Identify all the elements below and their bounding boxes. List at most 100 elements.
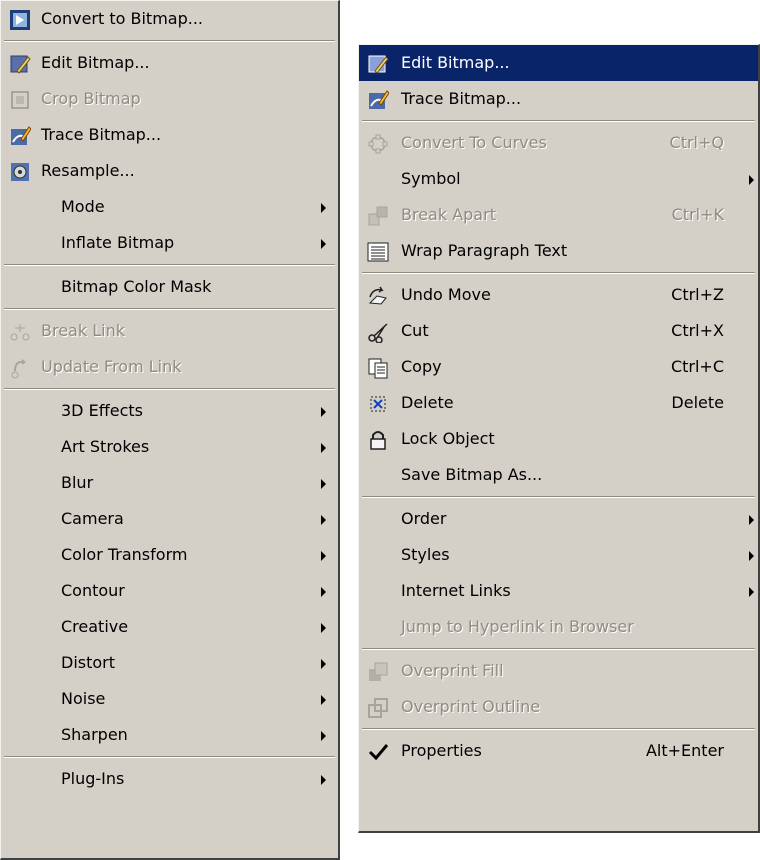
menu-separator [359, 725, 758, 733]
edit-bitmap-icon [9, 52, 31, 74]
menu-item-label: Edit Bitmap... [401, 53, 510, 72]
submenu-arrow-icon [321, 407, 326, 417]
menu-item-label: Overprint Fill [401, 661, 504, 680]
menu-item-styles[interactable]: Styles [359, 537, 758, 573]
menu-item-label: Art Strokes [61, 437, 150, 456]
menu-separator [359, 493, 758, 501]
menu-item-plug-ins[interactable]: Plug-Ins [1, 761, 338, 797]
menu-item-crop-bitmap[interactable]: Crop Bitmap [1, 81, 338, 117]
menu-item-shortcut: Delete [671, 393, 724, 412]
menu-item-label: Edit Bitmap... [41, 53, 150, 72]
menu-item-resample[interactable]: Resample... [1, 153, 338, 189]
menu-item-label: Trace Bitmap... [401, 89, 522, 108]
undo-icon [367, 284, 389, 306]
menu-item-label: Save Bitmap As... [401, 465, 543, 484]
menu-item-order[interactable]: Order [359, 501, 758, 537]
lock-icon [367, 428, 389, 450]
submenu-arrow-icon [321, 623, 326, 633]
menu-item-sharpen[interactable]: Sharpen [1, 717, 338, 753]
menu-item-art-strokes[interactable]: Art Strokes [1, 429, 338, 465]
menu-item-cut[interactable]: Cut Ctrl+X [359, 313, 758, 349]
menu-separator [359, 645, 758, 653]
trace-bitmap-icon [9, 124, 32, 146]
menu-item-shortcut: Ctrl+Q [669, 133, 724, 152]
context-menu: Edit Bitmap... Trace Bitmap... Convert T… [358, 44, 760, 833]
menu-item-creative[interactable]: Creative [1, 609, 338, 645]
menu-item-label: Distort [61, 653, 116, 672]
menu-item-label: Symbol [401, 169, 461, 188]
menu-item-label: Jump to Hyperlink in Browser [401, 617, 634, 636]
break-apart-icon [367, 204, 389, 226]
break-link-icon [9, 320, 31, 342]
menu-item-label: Copy [401, 357, 442, 376]
menu-item-label: Internet Links [401, 581, 511, 600]
submenu-arrow-icon [749, 175, 754, 185]
menu-item-shortcut: Ctrl+X [671, 321, 724, 340]
menu-item-trace-bitmap[interactable]: Trace Bitmap... [359, 81, 758, 117]
submenu-arrow-icon [749, 551, 754, 561]
menu-item-convert-to-bitmap[interactable]: Convert to Bitmap... [1, 1, 338, 37]
menu-item-overprint-outline[interactable]: Overprint Outline [359, 689, 758, 725]
menu-item-label: Lock Object [401, 429, 495, 448]
menu-item-overprint-fill[interactable]: Overprint Fill [359, 653, 758, 689]
update-link-icon [9, 356, 31, 379]
menu-item-bitmap-color-mask[interactable]: Bitmap Color Mask [1, 269, 338, 305]
menu-item-label: Contour [61, 581, 125, 600]
menu-item-label: Break Link [41, 321, 125, 340]
menu-item-convert-to-curves[interactable]: Convert To Curves Ctrl+Q [359, 125, 758, 161]
menu-item-label: Break Apart [401, 205, 496, 224]
menu-separator [359, 117, 758, 125]
menu-separator [1, 261, 338, 269]
resample-icon [9, 160, 31, 182]
menu-item-noise[interactable]: Noise [1, 681, 338, 717]
submenu-arrow-icon [749, 587, 754, 597]
menu-item-camera[interactable]: Camera [1, 501, 338, 537]
submenu-arrow-icon [321, 515, 326, 525]
menu-item-label: Bitmap Color Mask [61, 277, 212, 296]
menu-item-mode[interactable]: Mode [1, 189, 338, 225]
submenu-arrow-icon [321, 479, 326, 489]
menu-separator [359, 269, 758, 277]
menu-item-blur[interactable]: Blur [1, 465, 338, 501]
menu-item-label: Blur [61, 473, 94, 492]
menu-item-label: Order [401, 509, 447, 528]
menu-item-shortcut: Ctrl+K [671, 205, 724, 224]
menu-item-undo-move[interactable]: Undo Move Ctrl+Z [359, 277, 758, 313]
scissors-icon [367, 320, 389, 344]
menu-item-delete[interactable]: Delete Delete [359, 385, 758, 421]
submenu-arrow-icon [749, 515, 754, 525]
menu-item-3d-effects[interactable]: 3D Effects [1, 393, 338, 429]
menu-item-lock-object[interactable]: Lock Object [359, 421, 758, 457]
submenu-arrow-icon [321, 695, 326, 705]
convert-bitmap-icon [9, 8, 31, 30]
menu-item-trace-bitmap[interactable]: Trace Bitmap... [1, 117, 338, 153]
menu-item-edit-bitmap[interactable]: Edit Bitmap... [359, 45, 758, 81]
menu-item-distort[interactable]: Distort [1, 645, 338, 681]
menu-item-properties[interactable]: Properties Alt+Enter [359, 733, 758, 769]
menu-item-copy[interactable]: Copy Ctrl+C [359, 349, 758, 385]
submenu-arrow-icon [321, 731, 326, 741]
menu-item-edit-bitmap[interactable]: Edit Bitmap... [1, 45, 338, 81]
menu-item-label: Plug-Ins [61, 769, 125, 788]
submenu-arrow-icon [321, 775, 326, 785]
menu-item-internet-links[interactable]: Internet Links [359, 573, 758, 609]
menu-item-label: Crop Bitmap [41, 89, 141, 108]
menu-item-save-bitmap-as[interactable]: Save Bitmap As... [359, 457, 758, 493]
delete-icon [367, 392, 389, 414]
menu-item-label: Mode [61, 197, 105, 216]
menu-separator [1, 305, 338, 313]
menu-item-contour[interactable]: Contour [1, 573, 338, 609]
menu-item-inflate-bitmap[interactable]: Inflate Bitmap [1, 225, 338, 261]
submenu-arrow-icon [321, 443, 326, 453]
menu-item-break-apart[interactable]: Break Apart Ctrl+K [359, 197, 758, 233]
menu-item-label: Undo Move [401, 285, 491, 304]
menu-item-color-transform[interactable]: Color Transform [1, 537, 338, 573]
menu-item-label: Wrap Paragraph Text [401, 241, 568, 260]
menu-item-wrap-paragraph-text[interactable]: Wrap Paragraph Text [359, 233, 758, 269]
submenu-arrow-icon [321, 239, 326, 249]
menu-item-jump-to-hyperlink[interactable]: Jump to Hyperlink in Browser [359, 609, 758, 645]
menu-item-break-link[interactable]: Break Link [1, 313, 338, 349]
crop-bitmap-icon [9, 88, 31, 110]
menu-item-symbol[interactable]: Symbol [359, 161, 758, 197]
menu-item-update-from-link[interactable]: Update From Link [1, 349, 338, 385]
